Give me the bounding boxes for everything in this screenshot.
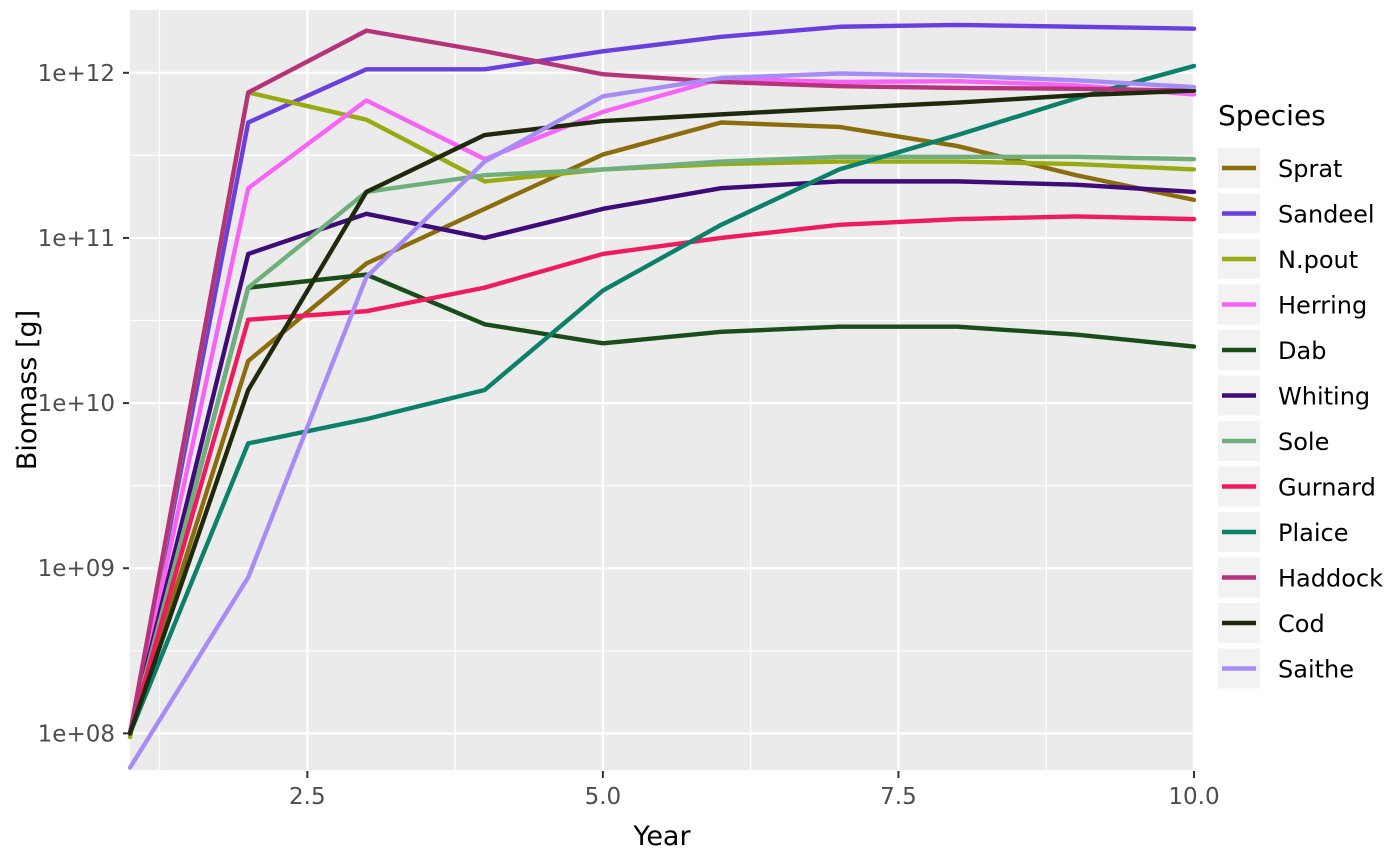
legend-title: Species — [1218, 99, 1326, 132]
y-axis-title: Biomass [g] — [12, 310, 43, 470]
plot-panel-background — [130, 10, 1194, 770]
chart-root: 1e+08 1e+09 1e+10 1e+11 1e+12 2.5 5.0 7.5 10.0 … — [0, 0, 1400, 865]
legend-item-label: Haddock — [1278, 565, 1383, 593]
y-tick-label: 1e+11 — [38, 226, 115, 252]
legend-item-sprat[interactable]: Sprat — [1218, 148, 1342, 188]
x-axis-title: Year — [632, 821, 691, 852]
y-tick-label: 1e+12 — [38, 61, 115, 87]
legend-item-label: Gurnard — [1278, 474, 1376, 502]
y-tick-label: 1e+09 — [38, 556, 115, 582]
legend-item-label: Cod — [1278, 610, 1325, 638]
x-tick-label: 10.0 — [1168, 784, 1219, 810]
legend-item-label: Plaice — [1278, 519, 1348, 547]
legend-item-plaice[interactable]: Plaice — [1218, 512, 1348, 552]
legend-item-haddock[interactable]: Haddock — [1218, 557, 1383, 598]
y-tick-label: 1e+08 — [38, 721, 115, 747]
legend-items: Sprat Sandeel N.pout Herring Dab Whiting Sole G… — [1218, 148, 1383, 689]
x-tick-label: 7.5 — [880, 784, 917, 810]
legend-item-cod[interactable]: Cod — [1218, 603, 1325, 643]
x-tick-label: 2.5 — [289, 784, 326, 810]
legend: Species Sprat Sandeel N.pout Herring Dab Whit… — [1218, 99, 1383, 689]
legend-item-sandeel[interactable]: Sandeel — [1218, 193, 1375, 234]
y-tick-label: 1e+10 — [38, 391, 115, 417]
y-axis: 1e+08 1e+09 1e+10 1e+11 1e+12 — [38, 61, 129, 747]
legend-item-whiting[interactable]: Whiting — [1218, 375, 1370, 416]
legend-item-label: Whiting — [1278, 383, 1370, 411]
legend-item-label: Dab — [1278, 337, 1326, 365]
legend-item-n-pout[interactable]: N.pout — [1218, 239, 1358, 279]
legend-item-sole[interactable]: Sole — [1218, 421, 1329, 461]
legend-item-herring[interactable]: Herring — [1218, 284, 1367, 325]
legend-item-dab[interactable]: Dab — [1218, 330, 1326, 370]
biomass-line-chart: 1e+081e+091e+101e+111e+12 2.5 5.0 7.5 10.0 … — [12, 10, 1383, 852]
legend-item-label: N.pout — [1278, 246, 1358, 274]
legend-item-label: Sandeel — [1278, 201, 1375, 229]
x-tick-label: 5.0 — [585, 784, 622, 810]
legend-item-label: Herring — [1278, 292, 1367, 320]
legend-item-label: Sprat — [1278, 155, 1342, 183]
x-axis: 2.5 5.0 7.5 10.0 — [289, 771, 1220, 810]
legend-item-gurnard[interactable]: Gurnard — [1218, 466, 1376, 507]
legend-item-label: Sole — [1278, 428, 1329, 456]
legend-item-label: Saithe — [1278, 656, 1354, 684]
legend-item-saithe[interactable]: Saithe — [1218, 648, 1354, 689]
